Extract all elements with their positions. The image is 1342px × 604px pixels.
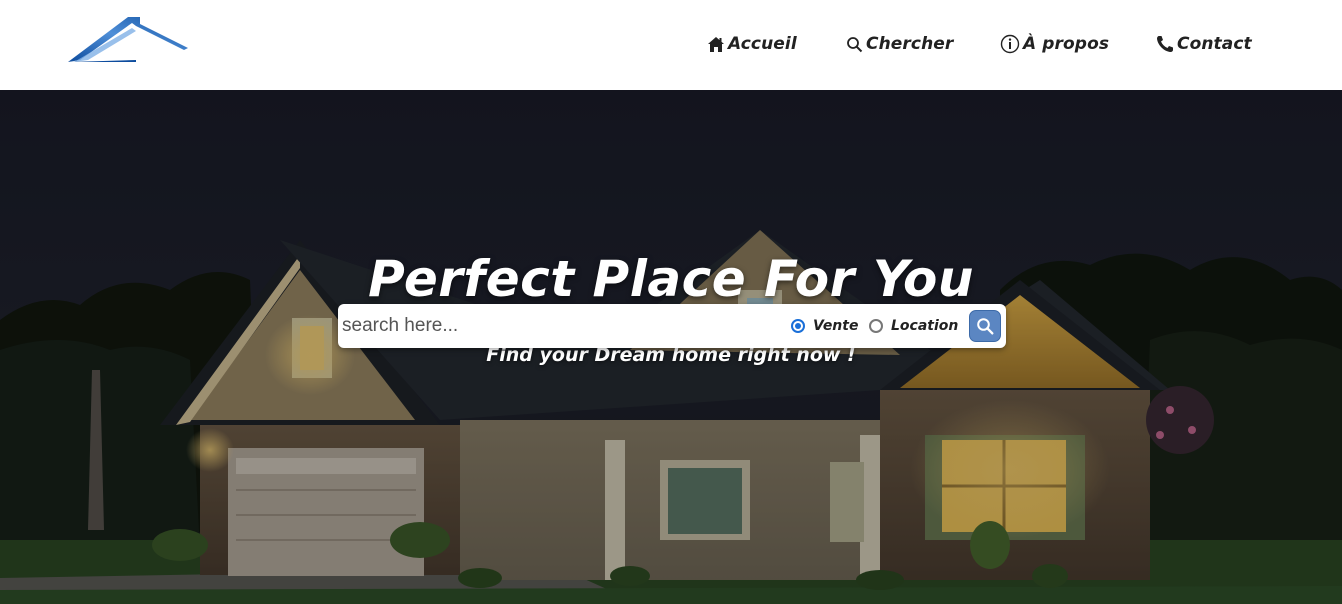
nav-home[interactable]: Accueil — [707, 30, 797, 58]
radio-location[interactable]: Location — [869, 304, 958, 348]
search-bar: Vente Location — [338, 304, 1006, 348]
nav-home-label: Accueil — [728, 34, 797, 54]
hero-title: Perfect Place For You — [368, 250, 974, 308]
phone-icon — [1156, 35, 1174, 53]
radio-vente-label: Vente — [813, 318, 859, 334]
nav-contact[interactable]: Contact — [1156, 30, 1252, 58]
site-header: Accueil Chercher À propos Contact — [0, 0, 1342, 90]
search-icon — [846, 36, 863, 53]
radio-vente[interactable]: Vente — [791, 304, 858, 348]
nav-about[interactable]: À propos — [1000, 30, 1109, 58]
radio-location-label: Location — [891, 318, 959, 334]
main-nav: Accueil Chercher À propos Contact — [0, 30, 1342, 58]
radio-location-button[interactable] — [869, 319, 883, 333]
nav-contact-label: Contact — [1177, 34, 1252, 54]
search-icon — [977, 318, 994, 335]
nav-about-label: À propos — [1023, 34, 1110, 54]
home-icon — [707, 36, 725, 53]
nav-search-label: Chercher — [866, 34, 954, 54]
info-icon — [1000, 34, 1020, 54]
search-submit-button[interactable] — [969, 310, 1001, 342]
nav-search[interactable]: Chercher — [846, 30, 953, 58]
radio-vente-button[interactable] — [791, 319, 805, 333]
search-input[interactable] — [342, 310, 782, 342]
